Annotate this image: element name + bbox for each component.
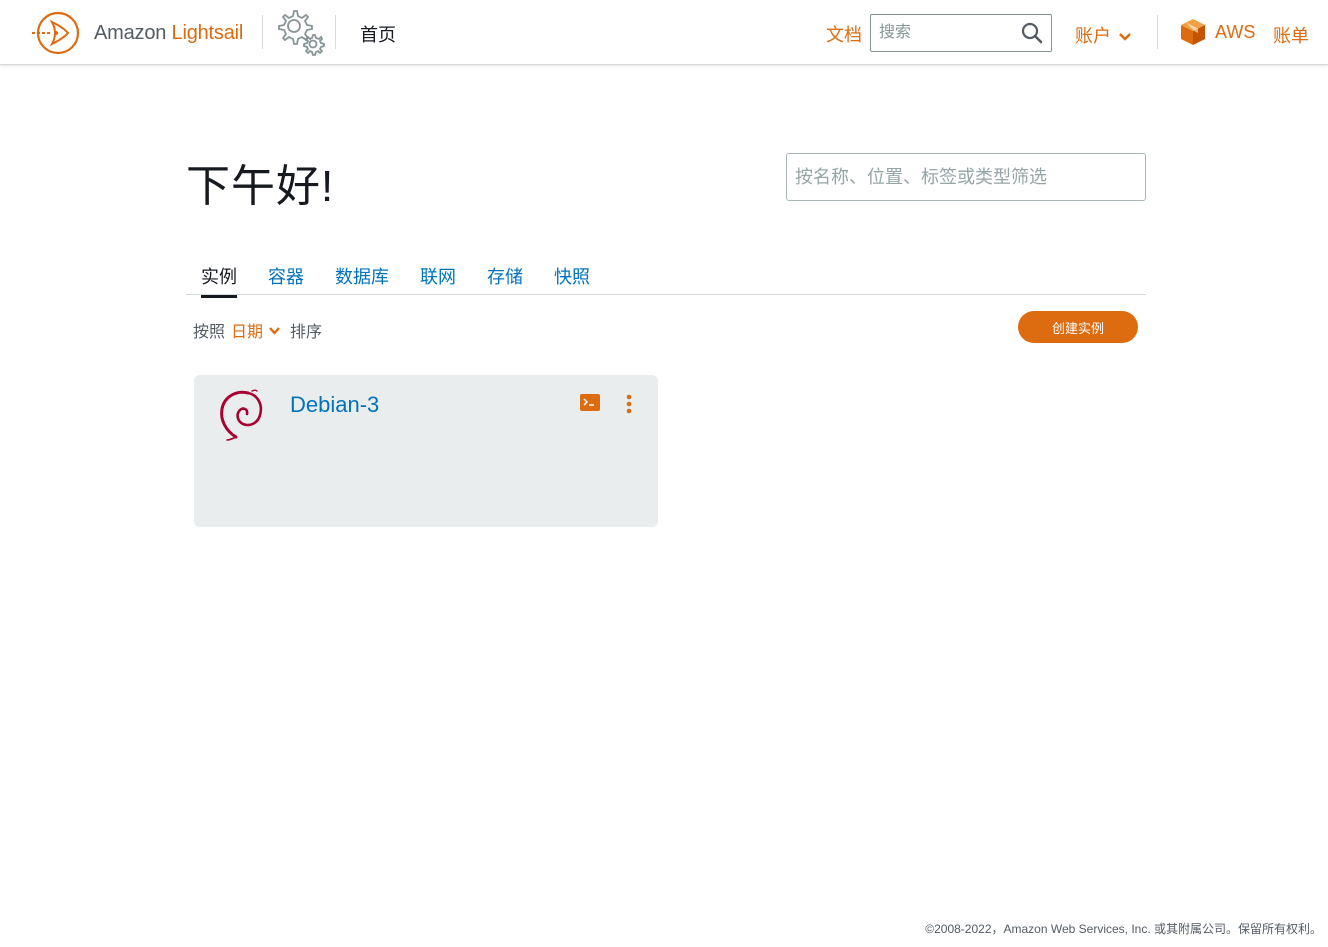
debian-icon <box>220 389 263 441</box>
tab-instances[interactable]: 实例 <box>201 263 237 298</box>
docs-link[interactable]: 文档 <box>826 21 862 47</box>
filter-input[interactable] <box>787 154 1145 200</box>
aws-console-link[interactable]: AWS <box>1180 18 1255 46</box>
terminal-icon[interactable] <box>580 394 600 411</box>
aws-label: AWS <box>1215 21 1256 42</box>
page-greeting: 下午好! <box>186 162 335 211</box>
header-divider <box>335 15 336 49</box>
instance-card[interactable]: Debian-3 <box>194 375 658 527</box>
lightsail-logo-icon <box>32 11 80 55</box>
tab-networking[interactable]: 联网 <box>420 263 456 295</box>
header-search <box>870 14 1052 52</box>
top-navigation-bar: Amazon Lightsail 首页 文档 账户 <box>0 0 1328 65</box>
gear-icon[interactable] <box>276 8 326 56</box>
lightsail-wordmark: Amazon Lightsail <box>94 22 243 45</box>
tab-databases[interactable]: 数据库 <box>335 263 389 295</box>
sort-key-label: 日期 <box>231 324 264 341</box>
sort-key-dropdown[interactable]: 日期 <box>231 318 280 342</box>
header-divider <box>262 15 263 49</box>
sort-control: 按照 日期 排序 <box>193 318 322 342</box>
tab-storage[interactable]: 存储 <box>487 263 523 295</box>
search-icon[interactable] <box>1021 22 1043 44</box>
account-label: 账户 <box>1075 26 1111 46</box>
instance-name-link[interactable]: Debian-3 <box>290 392 379 418</box>
aws-cube-icon <box>1181 19 1205 45</box>
resource-filter <box>786 153 1146 201</box>
create-instance-button[interactable]: 创建实例 <box>1018 311 1138 343</box>
lightsail-logo[interactable]: Amazon Lightsail <box>30 10 243 56</box>
tab-snapshots[interactable]: 快照 <box>554 263 590 295</box>
chevron-down-icon <box>269 327 280 335</box>
search-input[interactable] <box>871 15 1021 51</box>
tab-containers[interactable]: 容器 <box>268 263 304 295</box>
footer-copyright: ©2008-2022，Amazon Web Services, Inc. 或其附… <box>925 922 1322 936</box>
sort-prefix: 按照 <box>193 324 226 341</box>
sort-suffix: 排序 <box>290 324 323 341</box>
brand-prefix: Amazon <box>94 21 167 44</box>
resource-tabs: 实例 容器 数据库 联网 存储 快照 <box>186 262 1146 298</box>
chevron-down-icon <box>1119 32 1131 41</box>
header-divider <box>1157 15 1158 49</box>
billing-link[interactable]: 账单 <box>1273 22 1309 48</box>
brand-name: Lightsail <box>171 21 244 44</box>
more-options-icon[interactable] <box>625 394 633 414</box>
home-link[interactable]: 首页 <box>360 21 396 47</box>
account-menu[interactable]: 账户 <box>1075 22 1131 48</box>
